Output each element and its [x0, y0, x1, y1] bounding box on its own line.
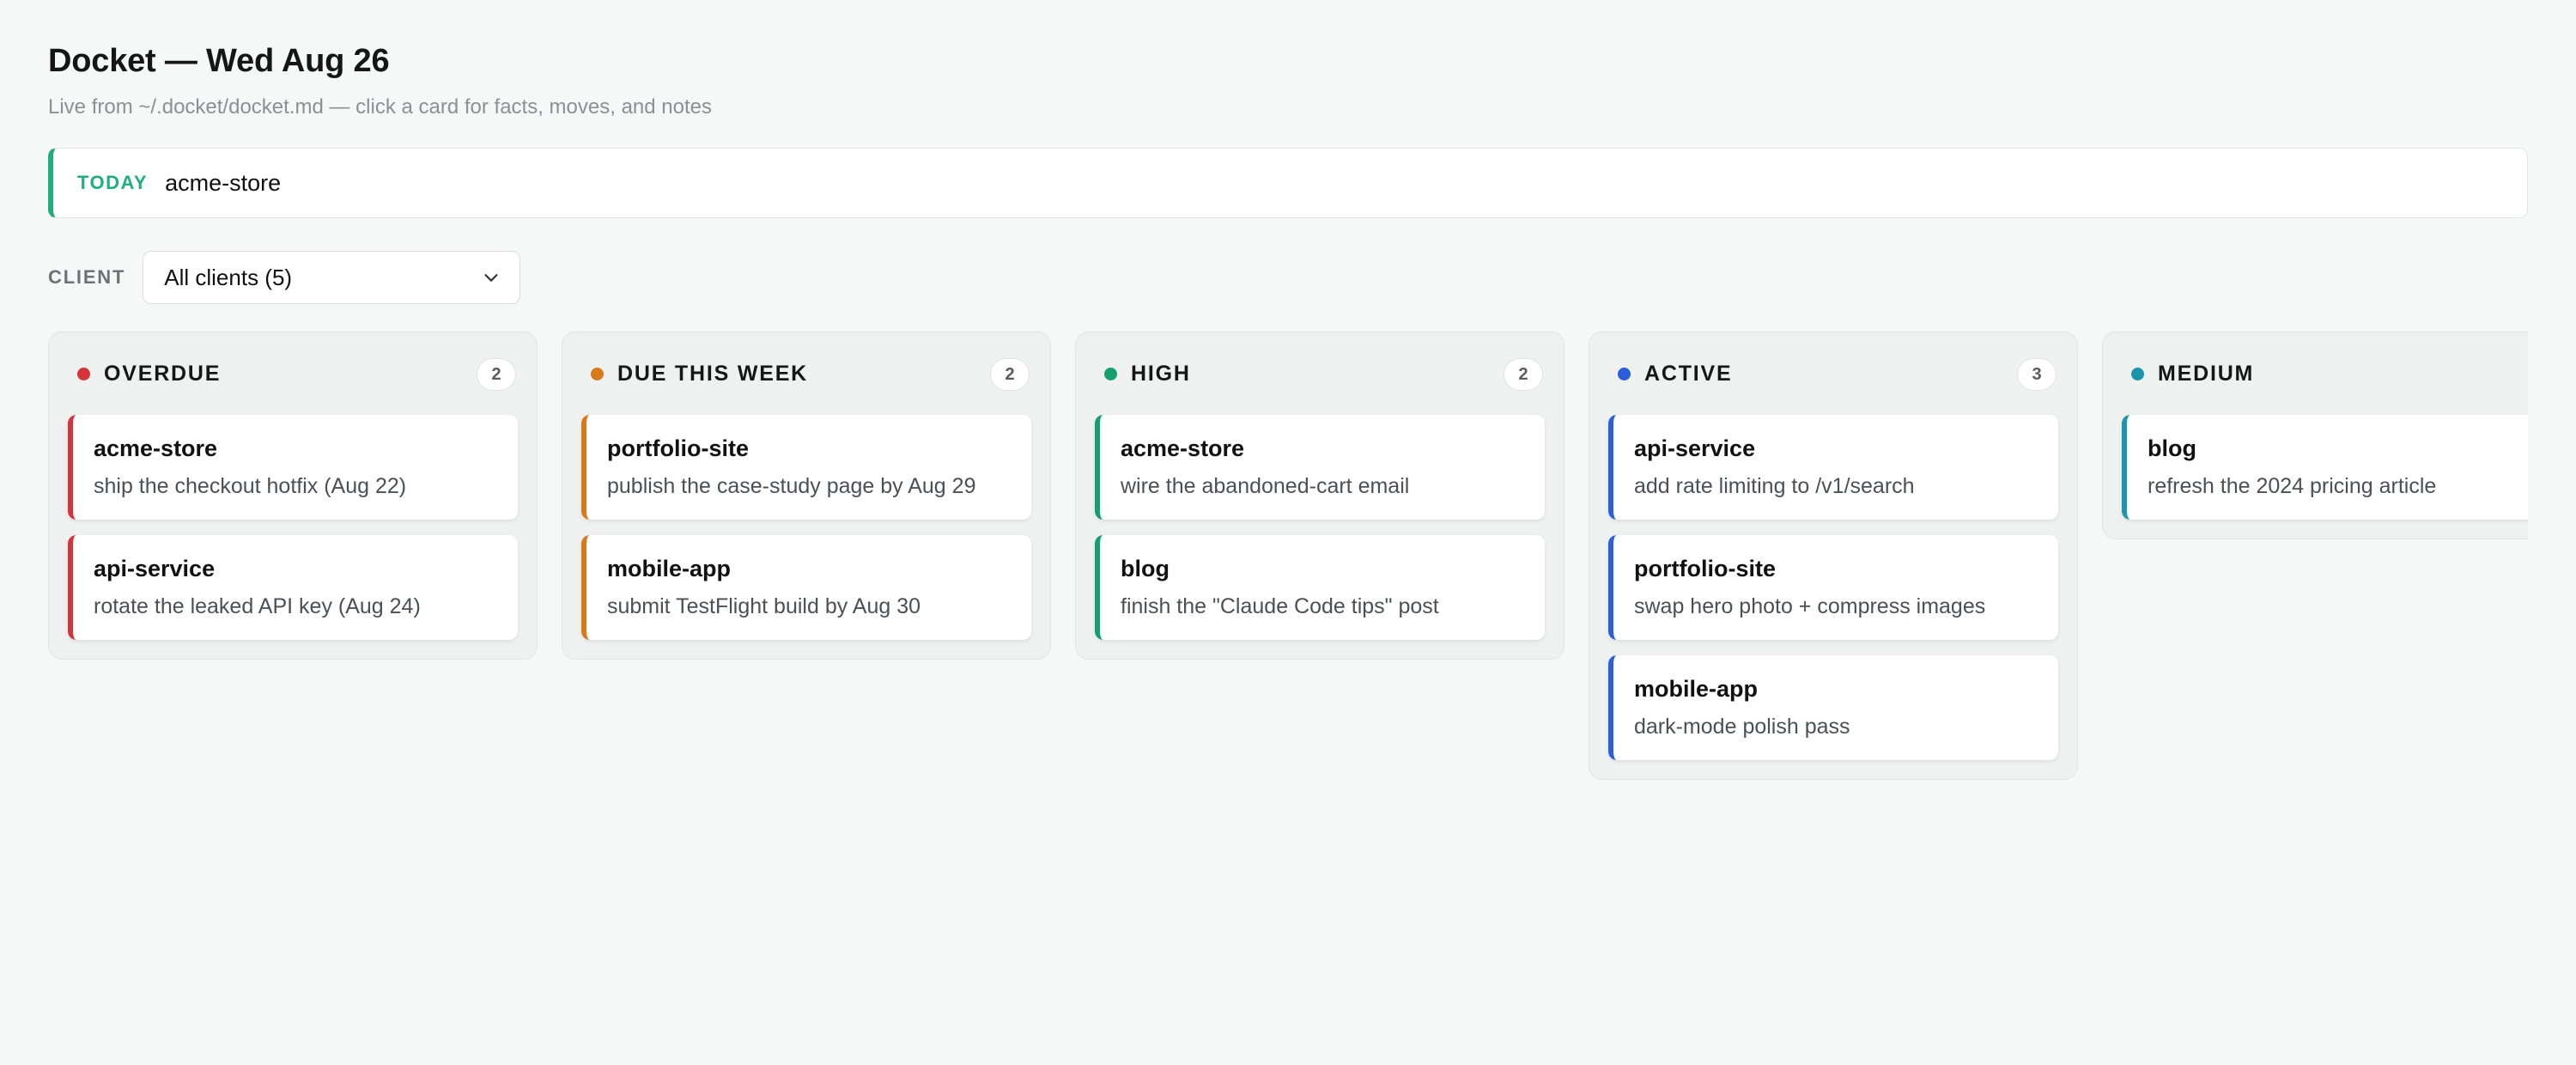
- card-client: api-service: [94, 556, 216, 581]
- card-description: submit TestFlight build by Aug 30: [607, 594, 921, 618]
- chevron-down-icon: [484, 274, 498, 282]
- task-card[interactable]: portfolio-site swap hero photo + compres…: [1608, 535, 2058, 640]
- task-card[interactable]: acme-store ship the checkout hotfix (Aug…: [68, 415, 518, 520]
- card-client: acme-store: [1121, 435, 1245, 461]
- card-client: mobile-app: [607, 556, 732, 581]
- card-client: blog: [1121, 556, 1170, 581]
- status-dot: [2131, 367, 2144, 380]
- column-title: HIGH: [1131, 361, 1191, 386]
- task-card[interactable]: mobile-app dark-mode polish pass: [1608, 655, 2058, 760]
- card-description: ship the checkout hotfix (Aug 22): [94, 474, 407, 498]
- card-client: api-service: [1634, 435, 1756, 461]
- today-value: acme-store: [165, 169, 282, 196]
- column-medium: MEDIUM 1 blog refresh the 2024 pricing a…: [2102, 332, 2528, 539]
- column-title: MEDIUM: [2158, 361, 2255, 386]
- client-select-value: All clients (5): [164, 264, 293, 290]
- column-header: DUE THIS WEEK 2: [581, 332, 1031, 415]
- card-client: mobile-app: [1634, 676, 1759, 702]
- count-badge: 2: [477, 358, 516, 391]
- task-card[interactable]: blog finish the "Claude Code tips" post: [1095, 535, 1545, 640]
- card-description: dark-mode polish pass: [1634, 715, 1850, 739]
- column-header: MEDIUM 1: [2122, 332, 2528, 415]
- card-description: swap hero photo + compress images: [1634, 594, 1986, 618]
- task-card[interactable]: portfolio-site publish the case-study pa…: [581, 415, 1031, 520]
- card-description: add rate limiting to /v1/search: [1634, 474, 1915, 498]
- card-client: acme-store: [94, 435, 218, 461]
- status-dot: [1618, 367, 1631, 380]
- status-dot: [591, 367, 604, 380]
- task-card[interactable]: blog refresh the 2024 pricing article: [2122, 415, 2528, 520]
- task-card[interactable]: mobile-app submit TestFlight build by Au…: [581, 535, 1031, 640]
- column-active: ACTIVE 3 api-service add rate limiting t…: [1589, 332, 2078, 780]
- status-dot: [1104, 367, 1117, 380]
- status-dot: [77, 367, 90, 380]
- card-client: blog: [2148, 435, 2196, 461]
- card-description: finish the "Claude Code tips" post: [1121, 594, 1439, 618]
- card-description: publish the case-study page by Aug 29: [607, 474, 976, 498]
- client-filter-label: CLIENT: [48, 266, 126, 288]
- today-label: TODAY: [77, 172, 149, 193]
- card-client: portfolio-site: [1634, 556, 1776, 581]
- card-description: rotate the leaked API key (Aug 24): [94, 594, 421, 618]
- column-header: ACTIVE 3: [1608, 332, 2058, 415]
- kanban-board: OVERDUE 2 acme-store ship the checkout h…: [48, 332, 2528, 933]
- client-filter: CLIENT All clients (5): [48, 251, 521, 304]
- page-subtitle: Live from ~/.docket/docket.md — click a …: [48, 95, 712, 119]
- client-select[interactable]: All clients (5): [143, 251, 521, 304]
- column-header: HIGH 2: [1095, 332, 1545, 415]
- column-due-this-week: DUE THIS WEEK 2 portfolio-site publish t…: [562, 332, 1051, 660]
- card-client: portfolio-site: [607, 435, 749, 461]
- column-title: ACTIVE: [1644, 361, 1733, 386]
- card-description: wire the abandoned-cart email: [1121, 474, 1410, 498]
- count-badge: 3: [2017, 358, 2057, 391]
- card-description: refresh the 2024 pricing article: [2148, 474, 2437, 498]
- task-card[interactable]: acme-store wire the abandoned-cart email: [1095, 415, 1545, 520]
- column-overdue: OVERDUE 2 acme-store ship the checkout h…: [48, 332, 538, 660]
- page-title: Docket — Wed Aug 26: [48, 43, 390, 79]
- column-high: HIGH 2 acme-store wire the abandoned-car…: [1075, 332, 1564, 660]
- column-title: OVERDUE: [104, 361, 222, 386]
- count-badge: 2: [990, 358, 1030, 391]
- column-header: OVERDUE 2: [68, 332, 518, 415]
- today-banner: TODAY acme-store: [48, 148, 2528, 218]
- count-badge: 2: [1504, 358, 1543, 391]
- task-card[interactable]: api-service add rate limiting to /v1/sea…: [1608, 415, 2058, 520]
- docket-page: Docket — Wed Aug 26 Live from ~/.docket/…: [0, 0, 2576, 1065]
- task-card[interactable]: api-service rotate the leaked API key (A…: [68, 535, 518, 640]
- column-title: DUE THIS WEEK: [617, 361, 809, 386]
